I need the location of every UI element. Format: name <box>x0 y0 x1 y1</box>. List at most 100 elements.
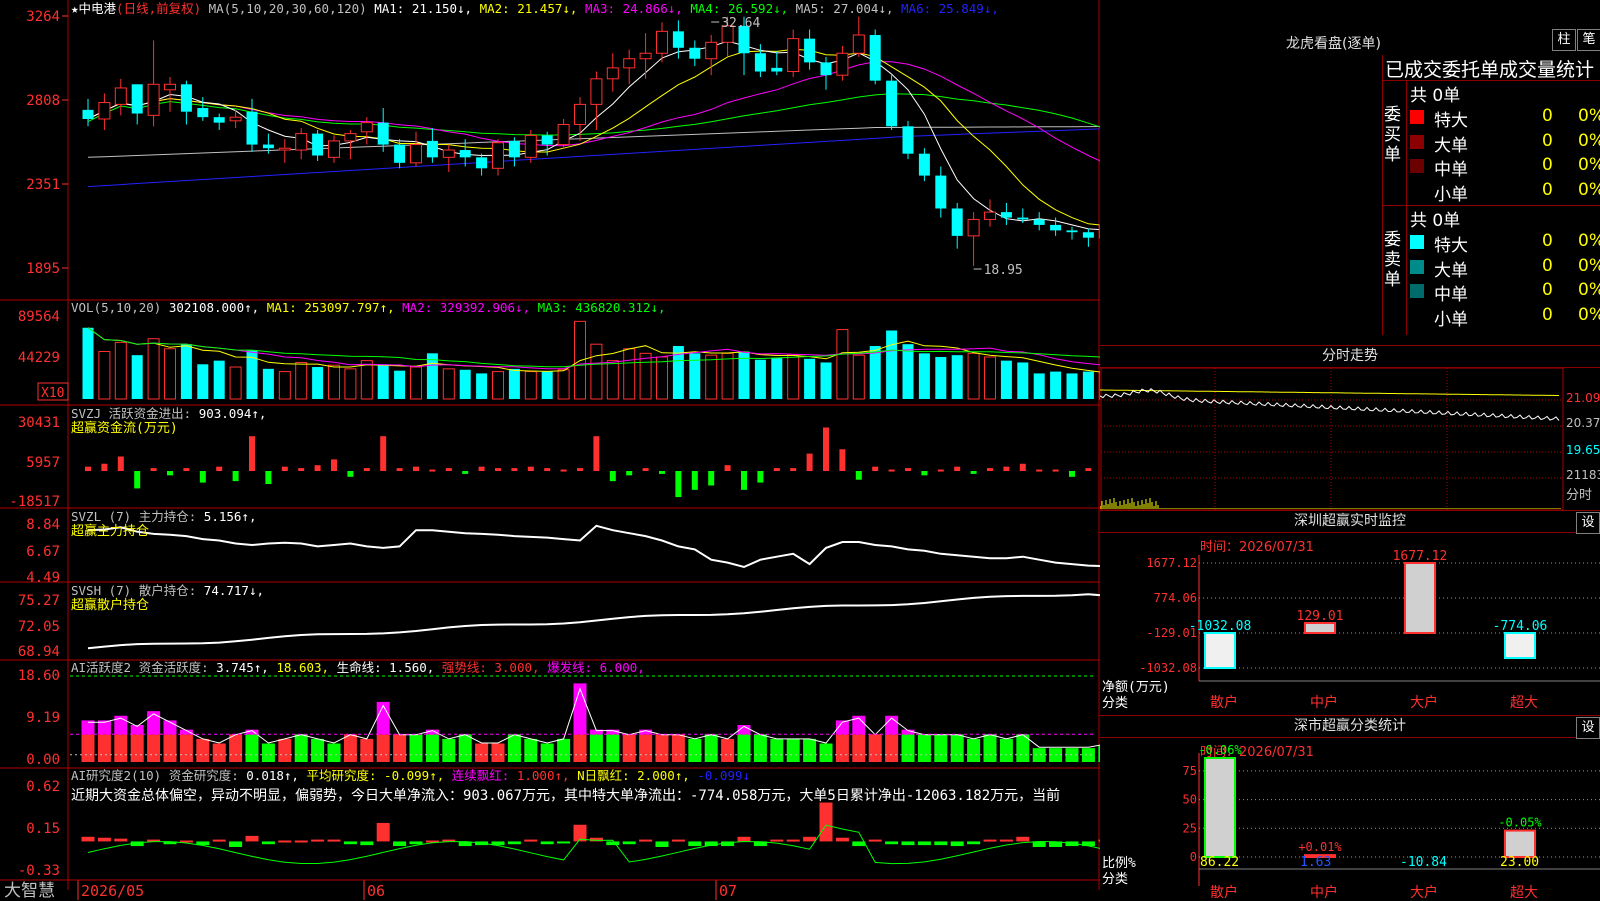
order-count: 0 <box>1542 280 1553 300</box>
candle-body-up <box>639 52 652 60</box>
x-axis-label: 07 <box>719 882 737 900</box>
monitor-value-label: 1677.12 <box>1393 549 1448 564</box>
intraday-panel[interactable]: 分时走势 21.09 20.37 19.65 21183 分时 <box>1100 345 1600 511</box>
monitor-y-tick: 1677.12 <box>1146 556 1197 570</box>
candle-body-up <box>98 102 111 120</box>
svzj-bar <box>987 468 993 471</box>
svzj-bar <box>970 471 977 474</box>
ai-active-bar <box>999 738 1013 762</box>
ai-active-bar <box>179 734 193 762</box>
ai-active-bar <box>130 734 144 762</box>
svzj-bar <box>527 466 534 471</box>
classify-change-label: +0.01% <box>1298 840 1342 854</box>
svzj-bar <box>1003 466 1010 471</box>
volume-bar <box>705 354 718 400</box>
order-color-swatch <box>1410 284 1424 298</box>
ai-research-header: AI研究度2(10) 资金研究度: 0.018↑, 平均研究度: -0.099↑… <box>71 768 750 783</box>
order-pct: 0% <box>1578 130 1600 151</box>
volume-bar <box>935 356 947 399</box>
monitor-y-tick: -1032.08 <box>1139 661 1197 675</box>
candle-body-up <box>590 78 603 105</box>
candle-body-up <box>328 140 340 158</box>
candle <box>98 93 111 130</box>
candle <box>836 45 849 81</box>
order-color-swatch <box>1410 259 1424 274</box>
svzj-bar <box>1069 471 1075 477</box>
ai-research-bar <box>261 841 275 845</box>
brand-label: 大智慧 <box>4 881 55 900</box>
candle <box>918 148 930 182</box>
ai-active-bar <box>311 738 325 762</box>
svzj-bar <box>281 466 288 471</box>
ai-research-bar <box>967 841 981 845</box>
svzj-bar <box>462 471 469 474</box>
ai-research-bar <box>327 839 341 842</box>
ai-research-bar <box>245 835 259 842</box>
ai-research-bar <box>852 841 866 847</box>
ai-research-bar <box>97 837 111 842</box>
ai-active-bar <box>786 738 800 762</box>
classify-value-label: 1.63 <box>1300 855 1331 870</box>
ai-research-bar <box>868 839 882 842</box>
ai-research-bar <box>524 839 538 842</box>
ai-active-bar <box>868 734 882 762</box>
ai-research-tick: -0.33 <box>18 863 60 879</box>
candle <box>312 129 324 161</box>
svsh-subtitle: 超赢散户持仓 <box>71 597 149 613</box>
svzj-bar <box>150 468 157 471</box>
order-row: 小单 0 0% <box>1408 180 1600 205</box>
volume-bar <box>394 370 406 399</box>
candle-body-down <box>197 108 209 118</box>
candle <box>295 128 308 160</box>
candle <box>951 202 963 249</box>
svzl-line <box>87 524 1100 569</box>
ai-research-bar <box>655 841 669 847</box>
svzl-tick: 8.84 <box>26 517 60 533</box>
buy-total: 共 0单 <box>1410 86 1461 106</box>
candle-body-down <box>131 84 143 114</box>
kline-chart-area[interactable]: 3264 2808 2351 1895 32.64 18.95 ★中电港(日线,前复权) M… <box>0 0 1100 900</box>
order-count: 0 <box>1542 130 1553 151</box>
candle <box>1017 208 1029 224</box>
order-row: 中单 0 0% <box>1408 280 1600 305</box>
sell-side-label: 委卖单 <box>1384 230 1401 290</box>
volume-bar <box>180 344 192 399</box>
volume-bar <box>1017 362 1029 399</box>
svzj-bar <box>232 471 239 482</box>
order-label: 特大 <box>1434 236 1468 256</box>
svzj-bar <box>429 469 436 472</box>
order-color-swatch <box>1410 134 1424 149</box>
svzj-bar <box>478 466 485 471</box>
column-view-button[interactable]: 柱 <box>1552 29 1576 51</box>
buy-side-label: 委买单 <box>1384 105 1401 165</box>
svzj-bar <box>1052 469 1059 472</box>
volume-bar <box>918 353 930 399</box>
svzj-bar <box>249 436 255 471</box>
candle-body-up <box>229 116 242 122</box>
ai-active-bar <box>81 734 95 762</box>
svzj-bar <box>577 468 583 471</box>
ai-active-tick: 18.60 <box>18 668 60 684</box>
monitor-bar <box>1304 621 1336 634</box>
tick-view-button[interactable]: 笔 <box>1577 29 1600 51</box>
svzj-bar <box>642 468 649 471</box>
volume-bar <box>623 348 636 400</box>
volume-bar <box>836 329 849 400</box>
svzl-tick: 4.49 <box>26 570 60 586</box>
svsh-line <box>87 593 1100 650</box>
ai-research-bar <box>934 841 948 846</box>
ai-active-bar <box>458 734 472 762</box>
candle-body-up <box>524 134 537 158</box>
candle-body-down <box>902 126 914 154</box>
volume-bar <box>804 358 816 399</box>
ai-active-bar <box>245 734 259 762</box>
volume-bar <box>360 360 373 400</box>
ai-research-bar <box>819 802 833 842</box>
order-row: 特大 0 0% <box>1408 231 1600 256</box>
candle-body-down <box>1050 224 1062 231</box>
order-pct: 0% <box>1578 231 1600 251</box>
candle-body-down <box>1000 212 1012 218</box>
ai-active-bar <box>573 734 587 762</box>
ai-research-bar <box>343 841 357 845</box>
candle-body-down <box>394 144 406 163</box>
